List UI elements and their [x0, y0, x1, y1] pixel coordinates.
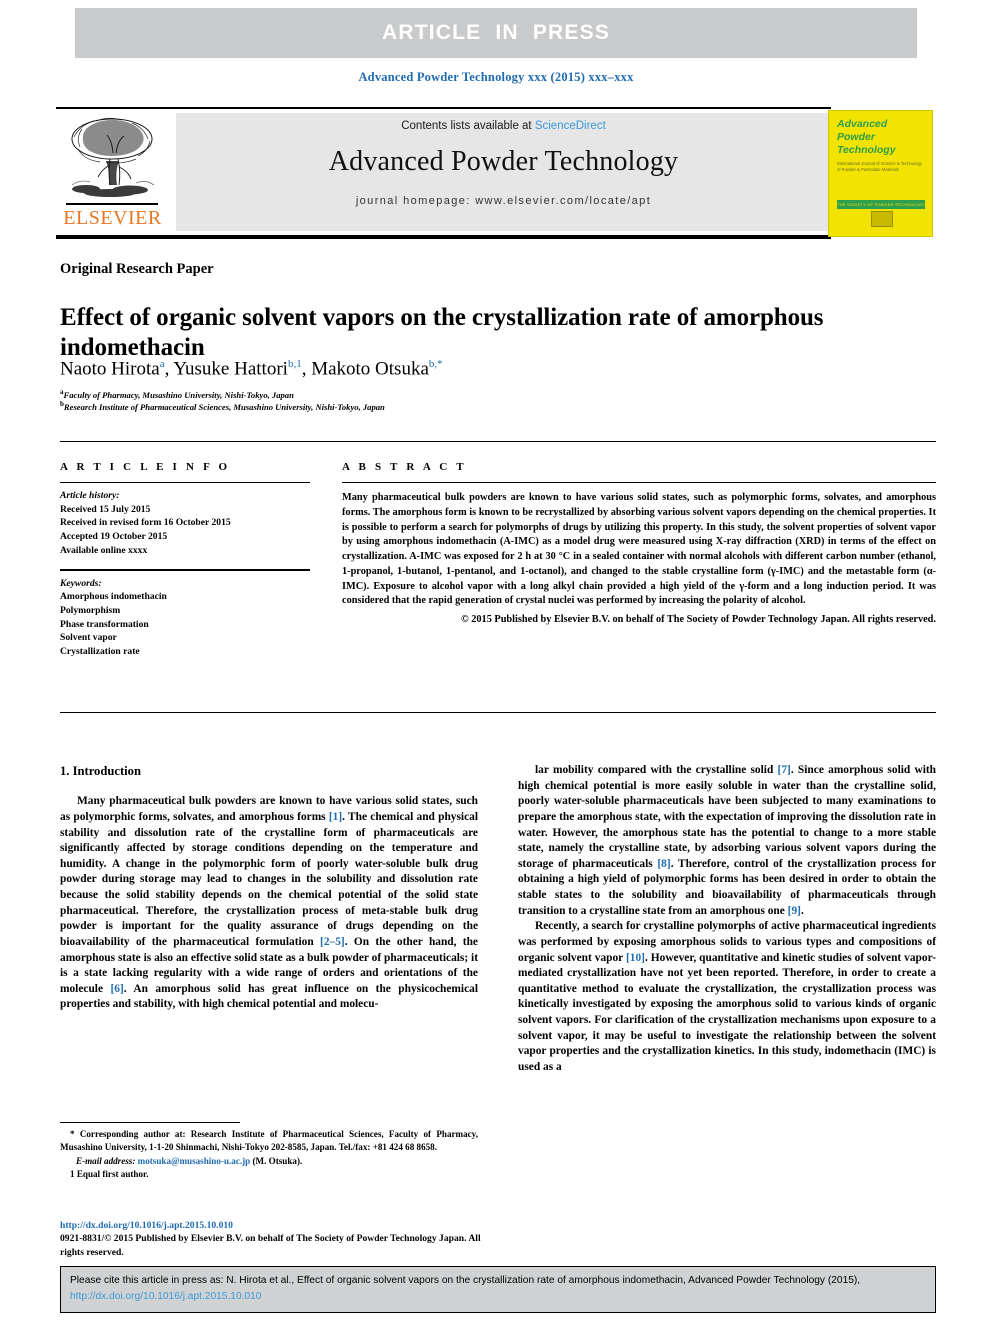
- elsevier-logo: ELSEVIER: [60, 113, 165, 231]
- journal-cover-thumbnail: Advanced Powder Technology International…: [828, 110, 933, 237]
- abstract-heading: A B S T R A C T: [342, 461, 467, 473]
- citation-notice-link[interactable]: http://dx.doi.org/10.1016/j.apt.2015.10.…: [70, 1291, 261, 1302]
- author-1-name[interactable]: Naoto Hirota: [60, 358, 160, 379]
- article-history-received: Received 15 July 2015: [60, 503, 151, 515]
- author-3-marks: b,*: [428, 358, 443, 370]
- footnote-email-suffix: (M. Otsuka).: [252, 1156, 303, 1167]
- citation-notice-text: Please cite this article in press as: N.…: [70, 1275, 861, 1286]
- body-column-right: lar mobility compared with the crystalli…: [518, 763, 936, 1076]
- journal-masthead: ELSEVIER Contents lists available at Sci…: [56, 107, 936, 239]
- author-2-name[interactable]: Yusuke Hattori: [173, 358, 288, 379]
- abstract-rule: [342, 482, 936, 484]
- sciencedirect-link[interactable]: ScienceDirect: [535, 120, 606, 132]
- body-paragraph-left-1: Many pharmaceutical bulk powders are kno…: [60, 795, 479, 1011]
- abstract-text: Many pharmaceutical bulk powders are kno…: [342, 491, 936, 627]
- author-1-marks: a: [159, 358, 165, 370]
- article-history-revised: Received in revised form 16 October 2015: [60, 517, 231, 529]
- body-paragraph-right-2: Recently, a search for crystalline polym…: [518, 920, 936, 1073]
- footer-doi-block: http://dx.doi.org/10.1016/j.apt.2015.10.…: [60, 1219, 490, 1259]
- affiliation-b-text: Research Institute of Pharmaceutical Sci…: [63, 401, 385, 412]
- body-column-left: 1. Introduction Many pharmaceutical bulk…: [60, 763, 478, 1013]
- keywords-label: Keywords:: [60, 577, 102, 589]
- author-2-marks: b,1: [287, 358, 302, 370]
- citation-ref[interactable]: [10]: [626, 952, 645, 964]
- masthead-bottom-rule: [56, 235, 831, 239]
- journal-title: Advanced Powder Technology: [328, 146, 679, 177]
- journal-homepage-link[interactable]: journal homepage: www.elsevier.com/locat…: [356, 195, 651, 207]
- footnote-block: * Corresponding author at: Research Inst…: [60, 1128, 478, 1180]
- footnote-equal-first-author: 1 Equal first author.: [70, 1168, 149, 1179]
- cover-publisher-logo-icon: [829, 211, 934, 232]
- article-info-rule: [60, 482, 310, 484]
- citation-ref[interactable]: [9]: [788, 905, 801, 917]
- keyword-item: Polymorphism: [60, 605, 121, 617]
- author-list: Naoto Hirotaa, Yusuke Hattorib,1, Makoto…: [60, 358, 443, 380]
- keyword-item: Amorphous indomethacin: [60, 591, 167, 603]
- cover-subtitle: International Journal of Science & Techn…: [837, 161, 922, 173]
- citation-ref[interactable]: [1]: [329, 811, 342, 823]
- abstract-section-divider: [60, 712, 936, 714]
- journal-band: Contents lists available at ScienceDirec…: [176, 113, 831, 231]
- footnote-email: E-mail address: motsuka@musashino-u.ac.j…: [60, 1155, 478, 1168]
- cover-title: Advanced Powder Technology: [837, 118, 924, 157]
- abstract-column: A B S T R A C T Many pharmaceutical bulk…: [342, 461, 936, 628]
- article-in-press-label: ARTICLE IN PRESS: [381, 21, 611, 44]
- abstract-paragraph: Many pharmaceutical bulk powders are kno…: [342, 492, 936, 607]
- keyword-item: Phase transformation: [60, 618, 149, 630]
- article-info-heading: A R T I C L E I N F O: [60, 461, 231, 473]
- footer-doi-link[interactable]: http://dx.doi.org/10.1016/j.apt.2015.10.…: [60, 1219, 490, 1232]
- masthead-top-rule: [56, 107, 831, 109]
- cover-title-line-2: Powder: [837, 131, 875, 144]
- running-head: Advanced Powder Technology xxx (2015) xx…: [358, 70, 634, 84]
- citation-ref[interactable]: [7]: [778, 764, 791, 776]
- citation-ref[interactable]: [2–5]: [320, 936, 345, 948]
- affiliation-a: aFaculty of Pharmacy, Musashino Universi…: [60, 388, 850, 401]
- affiliation-b: bResearch Institute of Pharmaceutical Sc…: [60, 400, 850, 413]
- keyword-item: Crystallization rate: [60, 645, 140, 657]
- article-in-press-banner: ARTICLE IN PRESS: [75, 8, 917, 58]
- contents-lists-line: Contents lists available at ScienceDirec…: [401, 120, 606, 132]
- article-history-online: Available online xxxx: [60, 544, 148, 556]
- title-section-divider: [60, 441, 936, 443]
- section-heading-introduction: 1. Introduction: [60, 764, 141, 778]
- elsevier-logo-rule: [66, 203, 158, 205]
- citation-ref[interactable]: [8]: [657, 858, 670, 870]
- keyword-item: Solvent vapor: [60, 632, 117, 644]
- article-info-column: A R T I C L E I N F O Article history: R…: [60, 461, 310, 658]
- article-type-kicker: Original Research Paper: [60, 261, 214, 277]
- page-title: Effect of organic solvent vapors on the …: [60, 303, 824, 362]
- affiliation-a-text: Faculty of Pharmacy, Musashino Universit…: [63, 389, 294, 400]
- contents-lists-prefix: Contents lists available at: [401, 120, 535, 132]
- article-history-block: Article history: Received 15 July 2015 R…: [60, 489, 310, 557]
- keywords-block: Keywords: Amorphous indomethacin Polymor…: [60, 577, 310, 659]
- footnote-corresponding-author: * Corresponding author at: Research Inst…: [60, 1129, 478, 1152]
- keywords-rule: [60, 569, 310, 571]
- cover-title-line-3: Technology: [837, 144, 896, 157]
- cover-society-band: THE SOCIETY OF POWDER TECHNOLOGY JAPAN: [837, 200, 925, 216]
- abstract-copyright: © 2015 Published by Elsevier B.V. on beh…: [460, 613, 936, 625]
- citation-ref[interactable]: [6]: [110, 983, 123, 995]
- article-history-accepted: Accepted 19 October 2015: [60, 531, 168, 543]
- elsevier-tree-icon: [71, 117, 155, 197]
- article-history-label: Article history:: [60, 490, 120, 502]
- footer-issn-line: 0921-8831/© 2015 Published by Elsevier B…: [60, 1233, 481, 1258]
- body-paragraph-right-1: lar mobility compared with the crystalli…: [518, 764, 937, 917]
- footnote-rule: [60, 1122, 240, 1123]
- footnote-email-link[interactable]: motsuka@musashino-u.ac.jp: [138, 1156, 251, 1166]
- author-3-name[interactable]: Makoto Otsuka: [311, 358, 429, 379]
- citation-notice-box: Please cite this article in press as: N.…: [60, 1266, 936, 1313]
- footnote-email-label: E-mail address:: [76, 1156, 136, 1167]
- elsevier-wordmark: ELSEVIER: [63, 207, 162, 229]
- cover-title-line-1: Advanced: [837, 118, 888, 130]
